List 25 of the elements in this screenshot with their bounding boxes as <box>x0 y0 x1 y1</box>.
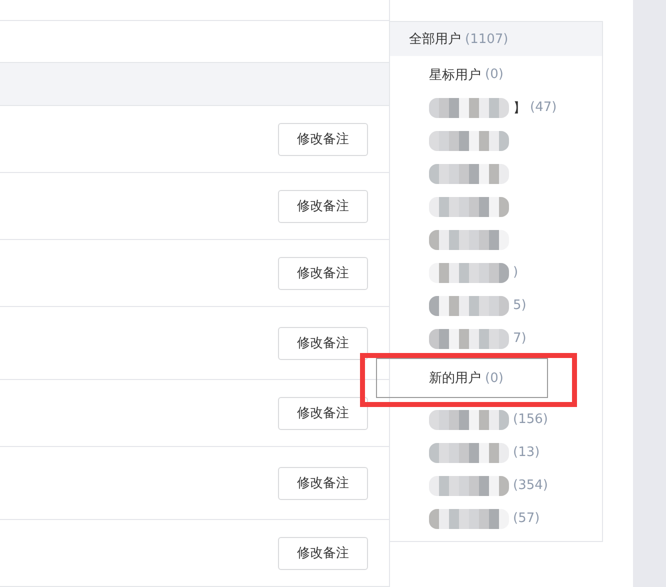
all-users-item[interactable]: 全部用户 (1107) <box>390 22 602 56</box>
group-count: (13) <box>513 445 540 460</box>
group-item[interactable]: 星标用户 (0) <box>390 58 602 91</box>
edit-note-button[interactable]: 修改备注 <box>278 122 368 156</box>
edit-note-button[interactable]: 修改备注 <box>278 190 368 223</box>
group-label: 星标用户 <box>429 66 481 84</box>
edit-note-button[interactable]: 修改备注 <box>278 466 368 500</box>
group-count: (354) <box>513 478 548 493</box>
bracket-text: 】 <box>513 100 526 116</box>
group-label: 全部用户 <box>409 31 461 48</box>
group-count: 5) <box>513 298 526 313</box>
edit-note-button[interactable]: 修改备注 <box>278 536 368 570</box>
edit-note-button[interactable]: 修改备注 <box>278 326 368 360</box>
group-count: (57) <box>513 511 540 526</box>
group-count: (0) <box>485 67 504 82</box>
group-label: 新的用户 <box>429 370 481 387</box>
edit-note-button[interactable]: 修改备注 <box>278 396 368 430</box>
group-count: (156) <box>513 412 548 427</box>
group-count: ) <box>513 265 518 280</box>
group-count: (1107) <box>465 32 508 46</box>
group-count: (0) <box>485 370 504 386</box>
group-count: 7) <box>513 331 526 346</box>
group-item[interactable]: 新的用户 (0) <box>376 358 548 398</box>
edit-note-button[interactable]: 修改备注 <box>278 256 368 290</box>
group-count: (47) <box>530 100 557 115</box>
